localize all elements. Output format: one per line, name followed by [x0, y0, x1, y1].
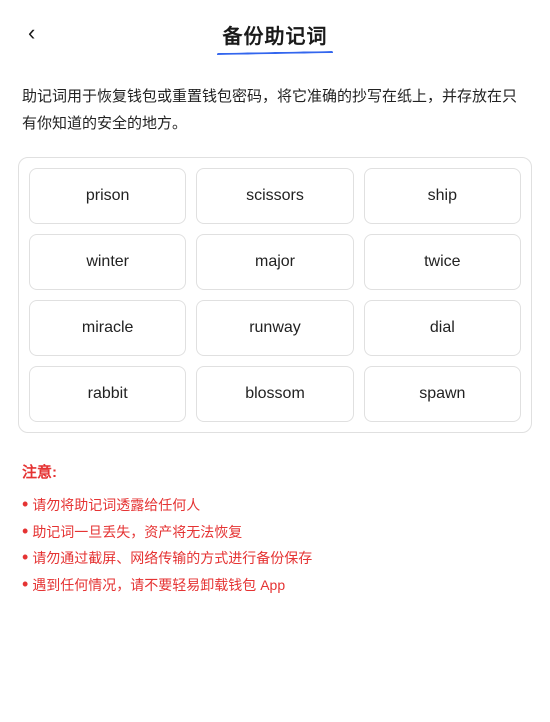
- notice-bullet-icon: •: [22, 519, 28, 544]
- mnemonic-word: runway: [196, 300, 353, 356]
- mnemonic-word: major: [196, 234, 353, 290]
- notice-item-text: 遇到任何情况，请不要轻易卸载钱包 App: [32, 572, 285, 599]
- mnemonic-word: winter: [29, 234, 186, 290]
- mnemonic-word: miracle: [29, 300, 186, 356]
- mnemonic-word: ship: [364, 168, 521, 224]
- notice-item: •助记词一旦丢失，资产将无法恢复: [22, 519, 528, 546]
- back-icon: ‹: [28, 20, 35, 45]
- description-text: 助记词用于恢复钱包或重置钱包密码，将它准确的抄写在纸上，并存放在只有你知道的安全…: [0, 65, 550, 157]
- mnemonic-word: dial: [364, 300, 521, 356]
- notice-bullet-icon: •: [22, 572, 28, 597]
- back-button[interactable]: ‹: [20, 18, 43, 48]
- notice-section: 注意: •请勿将助记词透露给任何人•助记词一旦丢失，资产将无法恢复•请勿通过截屏…: [0, 433, 550, 618]
- mnemonic-grid: prisonscissorsship wintermajortwice miracl…: [29, 168, 521, 422]
- header: ‹ 备份助记词: [0, 0, 550, 65]
- notice-item-text: 请勿通过截屏、网络传输的方式进行备份保存: [32, 545, 312, 572]
- page-title: 备份助记词: [223, 20, 328, 49]
- notice-bullet-icon: •: [22, 492, 28, 517]
- notice-item: •请勿将助记词透露给任何人: [22, 492, 528, 519]
- notice-item: •遇到任何情况，请不要轻易卸载钱包 App: [22, 572, 528, 599]
- notice-list: •请勿将助记词透露给任何人•助记词一旦丢失，资产将无法恢复•请勿通过截屏、网络传…: [22, 492, 528, 598]
- mnemonic-word: prison: [29, 168, 186, 224]
- header-title-wrapper: 备份助记词: [223, 20, 328, 55]
- notice-item-text: 请勿将助记词透露给任何人: [32, 492, 200, 519]
- mnemonic-word: rabbit: [29, 366, 186, 422]
- notice-bullet-icon: •: [22, 545, 28, 570]
- mnemonic-word: scissors: [196, 168, 353, 224]
- mnemonic-word: twice: [364, 234, 521, 290]
- title-underline: [217, 51, 333, 56]
- mnemonic-word: blossom: [196, 366, 353, 422]
- notice-item: •请勿通过截屏、网络传输的方式进行备份保存: [22, 545, 528, 572]
- mnemonic-word: spawn: [364, 366, 521, 422]
- notice-item-text: 助记词一旦丢失，资产将无法恢复: [32, 519, 242, 546]
- notice-title: 注意:: [22, 461, 528, 482]
- mnemonic-grid-container: prisonscissorsship wintermajortwice miracl…: [18, 157, 532, 433]
